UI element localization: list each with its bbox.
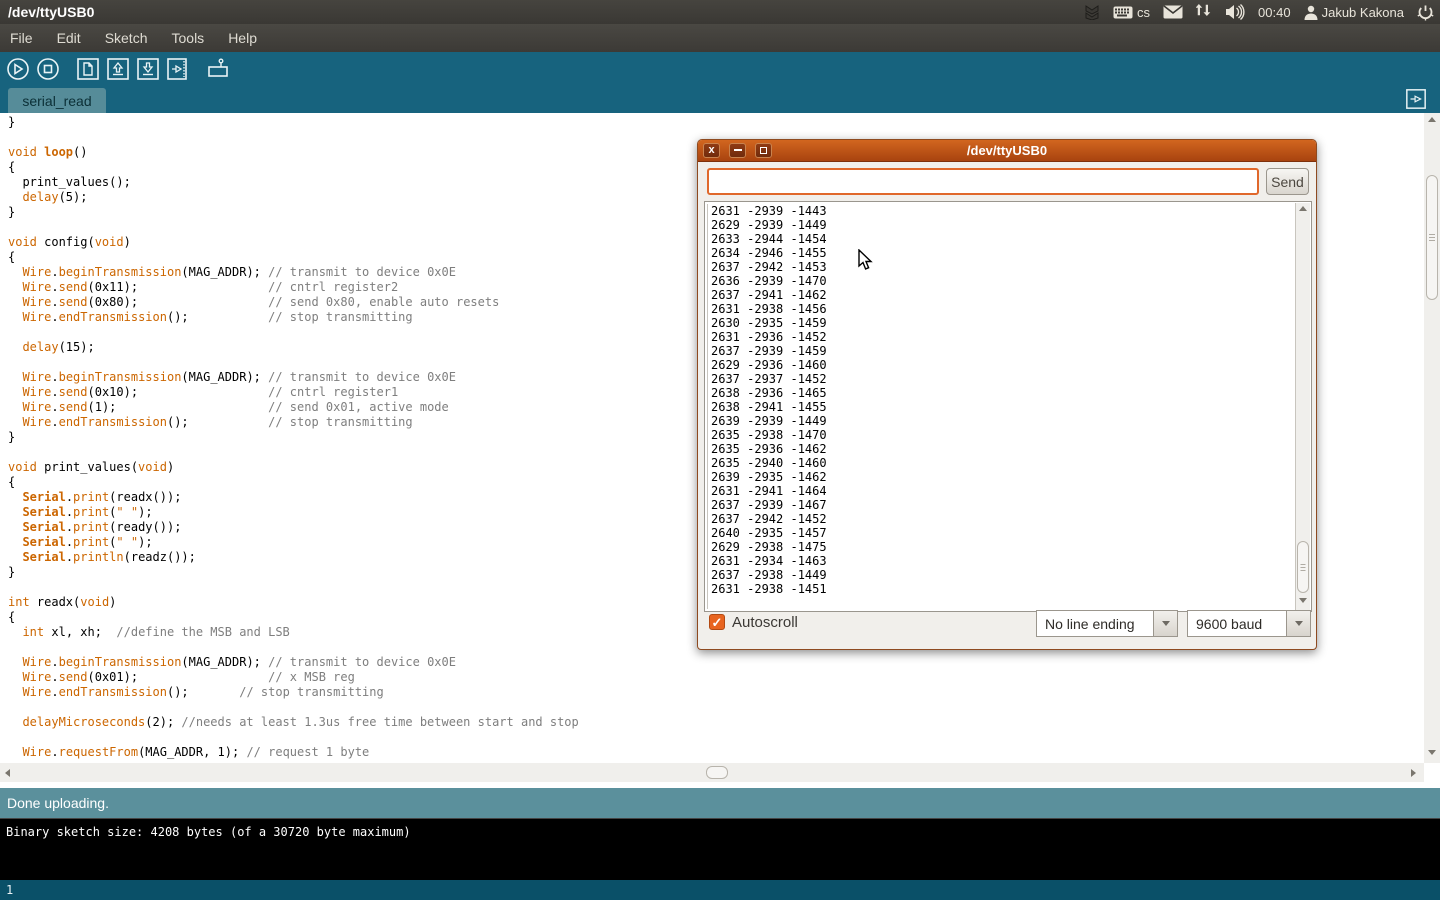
editor-vertical-scrollbar[interactable] (1424, 113, 1440, 763)
mouse-cursor (858, 249, 874, 276)
scroll-up-arrow-icon[interactable] (1428, 117, 1436, 122)
send-button[interactable]: Send (1266, 168, 1309, 195)
serial-monitor-window: x /dev/ttyUSB0 Send 2631 -2939 -1443 262… (697, 139, 1317, 650)
tab-menu-button[interactable] (1405, 88, 1427, 110)
line-number: 1 (6, 883, 13, 897)
stop-button[interactable] (35, 56, 61, 82)
serial-input[interactable] (707, 168, 1259, 195)
new-sketch-button[interactable] (75, 56, 101, 82)
monitor-footer: ✓ Autoscroll No line ending 9600 baud (698, 605, 1316, 643)
console-text: Binary sketch size: 4208 bytes (of a 307… (6, 825, 411, 839)
serial-monitor-button[interactable] (205, 56, 231, 82)
monitor-scroll-down-icon[interactable] (1299, 598, 1307, 603)
chevron-down-icon (1295, 621, 1303, 626)
line-ending-value: No line ending (1036, 610, 1153, 637)
system-panel: /dev/ttyUSB0 cs 00:40 Jaku (0, 0, 1440, 24)
menubar: File Edit Sketch Tools Help (0, 24, 1440, 52)
user-icon (1304, 5, 1318, 20)
autoscroll-checkbox[interactable]: ✓ (709, 614, 725, 630)
mail-icon[interactable] (1163, 5, 1183, 19)
save-sketch-button[interactable] (135, 56, 161, 82)
scroll-left-arrow-icon[interactable] (5, 769, 10, 777)
monitor-scroll-up-icon[interactable] (1299, 206, 1307, 211)
menu-sketch[interactable]: Sketch (105, 30, 148, 46)
user-name: Jakub Kakona (1322, 5, 1404, 20)
status-bar: Done uploading. (0, 788, 1440, 818)
menu-edit[interactable]: Edit (57, 30, 81, 46)
menu-help[interactable]: Help (228, 30, 257, 46)
verify-button[interactable] (5, 56, 31, 82)
keyboard-layout-indicator[interactable]: cs (1113, 5, 1150, 20)
chevron-down-icon (1162, 621, 1170, 626)
session-power-icon[interactable] (1417, 4, 1434, 21)
footer-bar: 1 (0, 880, 1440, 900)
network-icon[interactable] (1196, 4, 1212, 20)
window-title: /dev/ttyUSB0 (0, 4, 94, 20)
menu-file[interactable]: File (10, 30, 33, 46)
status-message: Done uploading. (7, 795, 109, 811)
user-menu[interactable]: Jakub Kakona (1304, 5, 1404, 20)
upload-button[interactable] (165, 56, 191, 82)
serial-output: 2631 -2939 -1443 2629 -2939 -1449 2633 -… (707, 204, 1293, 609)
line-ending-dropdown[interactable]: No line ending (1036, 610, 1178, 637)
monitor-title: /dev/ttyUSB0 (698, 143, 1316, 158)
monitor-titlebar[interactable]: x /dev/ttyUSB0 (698, 140, 1316, 162)
arduino-ide-screen: /dev/ttyUSB0 cs 00:40 Jaku (0, 0, 1440, 900)
line-ending-dropdown-button[interactable] (1153, 610, 1178, 637)
open-sketch-button[interactable] (105, 56, 131, 82)
updates-icon[interactable] (1084, 4, 1100, 20)
baud-rate-value: 9600 baud (1187, 610, 1286, 637)
volume-icon[interactable] (1225, 4, 1245, 20)
keyboard-icon (1113, 6, 1133, 19)
menu-tools[interactable]: Tools (172, 30, 205, 46)
serial-output-area[interactable]: 2631 -2939 -1443 2629 -2939 -1449 2633 -… (704, 201, 1312, 612)
tab-strip: serial_read (0, 85, 1440, 113)
console-output: Binary sketch size: 4208 bytes (of a 307… (0, 818, 1440, 880)
clock[interactable]: 00:40 (1258, 5, 1291, 20)
monitor-scrollbar-thumb[interactable] (1297, 541, 1309, 593)
toolbar (0, 52, 1440, 85)
baud-dropdown-button[interactable] (1286, 610, 1311, 637)
system-tray: cs 00:40 Jakub Kakona (1084, 0, 1434, 24)
monitor-scrollbar[interactable] (1295, 203, 1310, 610)
send-row: Send (698, 162, 1316, 204)
baud-rate-dropdown[interactable]: 9600 baud (1187, 610, 1311, 637)
editor-scrollbar-thumb[interactable] (1426, 175, 1438, 300)
autoscroll-label: Autoscroll (732, 614, 798, 631)
tab-serial-read[interactable]: serial_read (8, 88, 106, 113)
horizontal-scrollbar-thumb[interactable] (706, 766, 728, 779)
editor-horizontal-scrollbar[interactable] (0, 763, 1424, 782)
scroll-right-arrow-icon[interactable] (1411, 769, 1416, 777)
scroll-down-arrow-icon[interactable] (1428, 750, 1436, 755)
